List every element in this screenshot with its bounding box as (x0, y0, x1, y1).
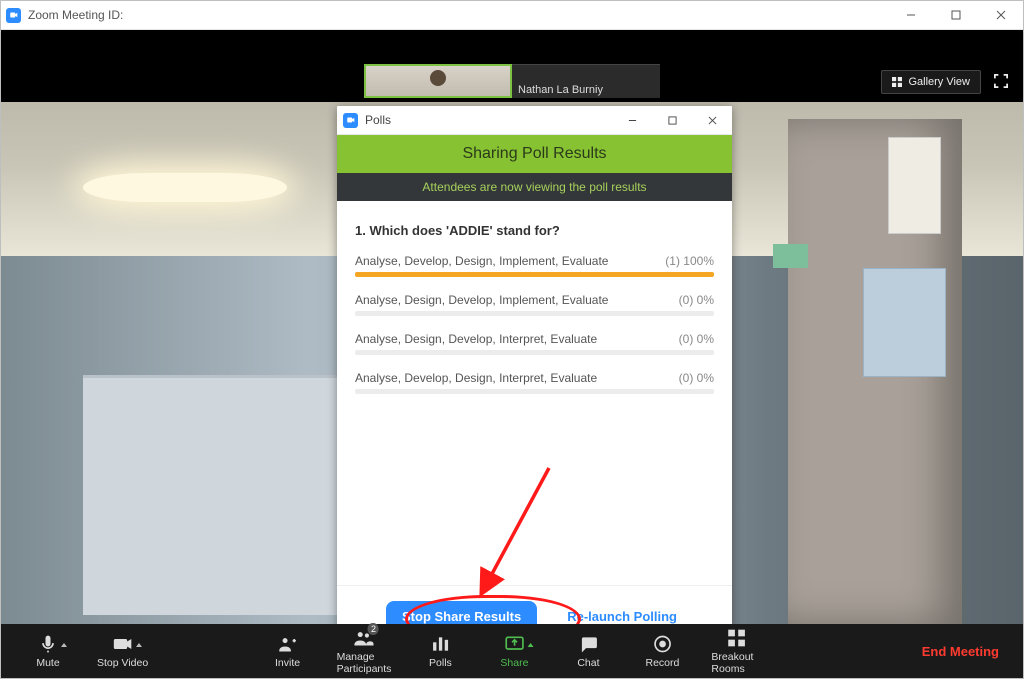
video-thumbnail-participant[interactable]: Nathan La Burniy (512, 64, 660, 98)
poll-option-bar (355, 311, 714, 316)
polls-banner: Sharing Poll Results (337, 135, 732, 173)
polls-toolbar-label: Polls (429, 657, 452, 669)
invite-button[interactable]: Invite (251, 627, 325, 675)
polls-close-button[interactable] (692, 106, 732, 134)
poll-option-bar (355, 350, 714, 355)
os-minimize-button[interactable] (888, 1, 933, 29)
poll-question: 1. Which does 'ADDIE' stand for? (355, 223, 714, 238)
record-label: Record (645, 657, 679, 669)
polls-window: Polls Sharing Poll Results Attendees are… (337, 106, 732, 624)
gallery-view-label: Gallery View (908, 76, 970, 88)
poll-option-text: Analyse, Develop, Design, Interpret, Eva… (355, 371, 597, 385)
gallery-view-button[interactable]: Gallery View (881, 70, 981, 94)
meeting-video-area: Nathan La Burniy Gallery View Polls (1, 30, 1023, 624)
share-label: Share (500, 657, 528, 669)
invite-label: Invite (275, 657, 300, 669)
meeting-controls-bar: Mute Stop Video Invite 2 Manage Particip… (1, 624, 1023, 678)
poll-option-text: Analyse, Design, Develop, Interpret, Eva… (355, 332, 597, 346)
poll-option-text: Analyse, Design, Develop, Implement, Eva… (355, 293, 608, 307)
breakout-rooms-button[interactable]: Breakout Rooms (699, 627, 773, 675)
polls-toolbar-button[interactable]: Polls (403, 627, 477, 675)
poll-option-count: (0) 0% (679, 371, 714, 385)
poll-option: Analyse, Develop, Design, Implement, Eva… (355, 254, 714, 277)
poll-option-bar (355, 272, 714, 277)
zoom-window: Zoom Meeting ID: Nathan La Burniy (0, 0, 1024, 679)
polls-body: 1. Which does 'ADDIE' stand for? Analyse… (337, 201, 732, 585)
poll-option-count: (0) 0% (679, 293, 714, 307)
os-titlebar: Zoom Meeting ID: (1, 1, 1023, 30)
video-thumbnail-strip: Nathan La Burniy (364, 64, 660, 98)
share-button[interactable]: Share (477, 627, 551, 675)
poll-option-count: (1) 100% (665, 254, 714, 268)
polls-maximize-button[interactable] (652, 106, 692, 134)
window-title: Zoom Meeting ID: (28, 8, 123, 22)
poll-option-text: Analyse, Develop, Design, Implement, Eva… (355, 254, 608, 268)
stop-share-results-button[interactable]: Stop Share Results (386, 601, 537, 625)
os-maximize-button[interactable] (933, 1, 978, 29)
os-close-button[interactable] (978, 1, 1023, 29)
manage-participants-label: Manage Participants (337, 651, 392, 675)
relaunch-polling-button[interactable]: Re-launch Polling (561, 608, 683, 625)
mute-button[interactable]: Mute (11, 633, 85, 669)
polls-window-title: Polls (365, 113, 391, 127)
poll-option-count: (0) 0% (679, 332, 714, 346)
fullscreen-button[interactable] (989, 70, 1013, 92)
poll-option: Analyse, Design, Develop, Interpret, Eva… (355, 332, 714, 355)
participants-badge: 2 (368, 623, 379, 635)
end-meeting-button[interactable]: End Meeting (908, 644, 1013, 659)
thumbnail-name-label: Nathan La Burniy (518, 84, 603, 96)
mute-label: Mute (36, 657, 59, 669)
polls-minimize-button[interactable] (612, 106, 652, 134)
video-thumbnail-self[interactable] (364, 64, 512, 98)
manage-participants-button[interactable]: 2 Manage Participants (325, 627, 404, 675)
poll-option-bar (355, 389, 714, 394)
stop-video-label: Stop Video (97, 657, 148, 669)
breakout-rooms-label: Breakout Rooms (711, 651, 761, 675)
poll-option: Analyse, Design, Develop, Implement, Eva… (355, 293, 714, 316)
poll-option: Analyse, Develop, Design, Interpret, Eva… (355, 371, 714, 394)
record-button[interactable]: Record (625, 627, 699, 675)
chat-button[interactable]: Chat (551, 627, 625, 675)
chat-label: Chat (577, 657, 599, 669)
zoom-small-icon (343, 113, 358, 128)
stop-video-button[interactable]: Stop Video (85, 633, 160, 669)
polls-window-titlebar: Polls (337, 106, 732, 135)
polls-footer: Stop Share Results Re-launch Polling (337, 585, 732, 624)
zoom-app-icon (6, 8, 21, 23)
polls-status-text: Attendees are now viewing the poll resul… (337, 173, 732, 201)
